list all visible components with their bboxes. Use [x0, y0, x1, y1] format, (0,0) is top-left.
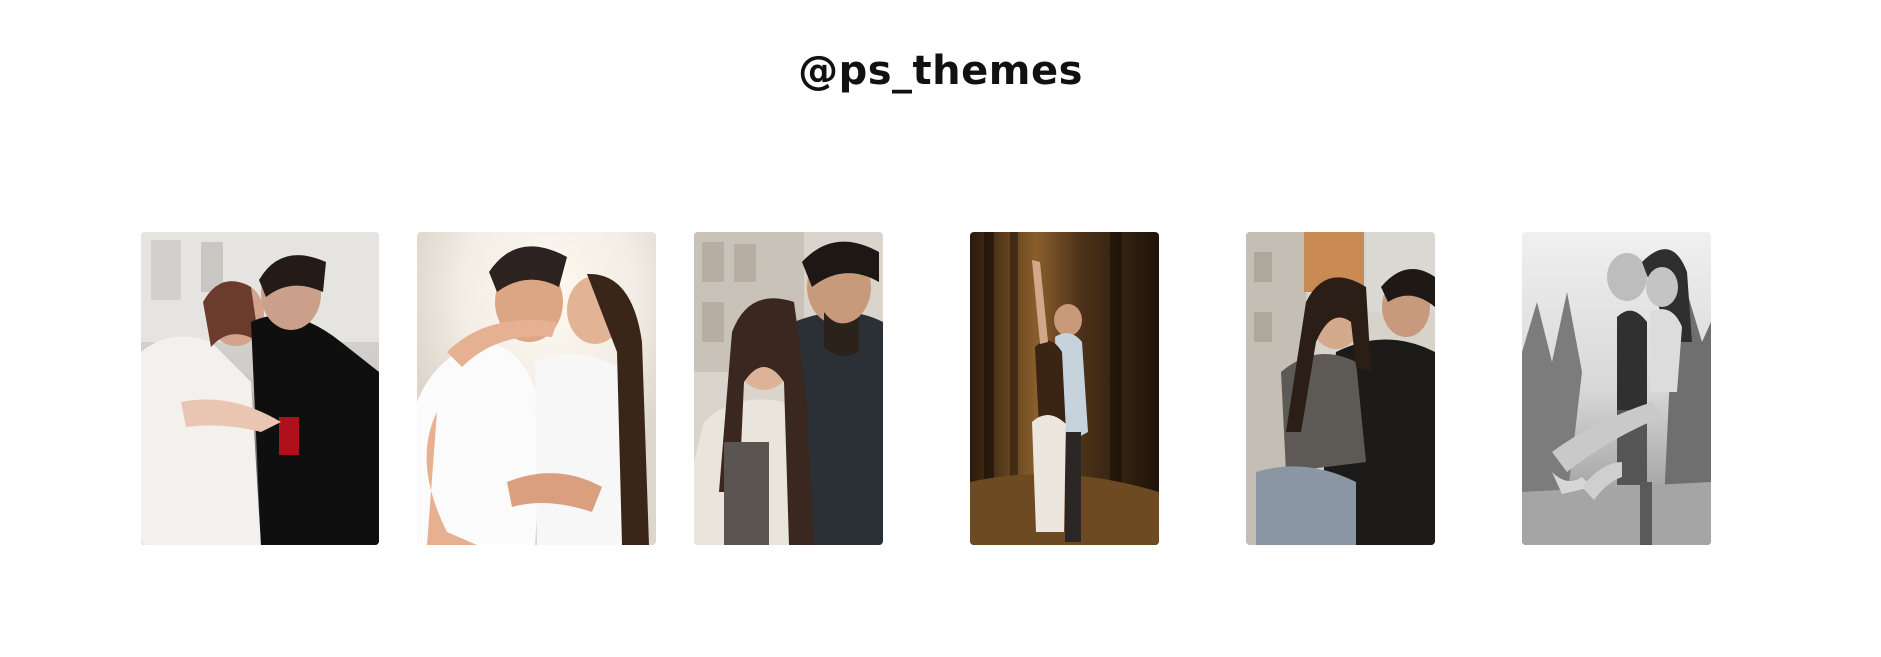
gallery-photo-2[interactable]: [417, 232, 656, 545]
instagram-handle-title: @ps_themes: [798, 48, 1083, 94]
gallery-photo-4[interactable]: [970, 232, 1159, 545]
couple-photo-1-image: [141, 232, 379, 545]
couple-photo-3-image: [694, 232, 883, 545]
couple-photo-6-image: [1522, 232, 1711, 545]
couple-photo-4-image: [970, 232, 1159, 545]
gallery-photo-6[interactable]: [1522, 232, 1711, 545]
gallery-photo-3[interactable]: [694, 232, 883, 545]
gallery-photo-5[interactable]: [1246, 232, 1435, 545]
couple-photo-2-image: [417, 232, 656, 545]
instagram-photo-gallery: [0, 232, 1881, 545]
couple-photo-5-image: [1246, 232, 1435, 545]
gallery-photo-1[interactable]: [141, 232, 379, 545]
